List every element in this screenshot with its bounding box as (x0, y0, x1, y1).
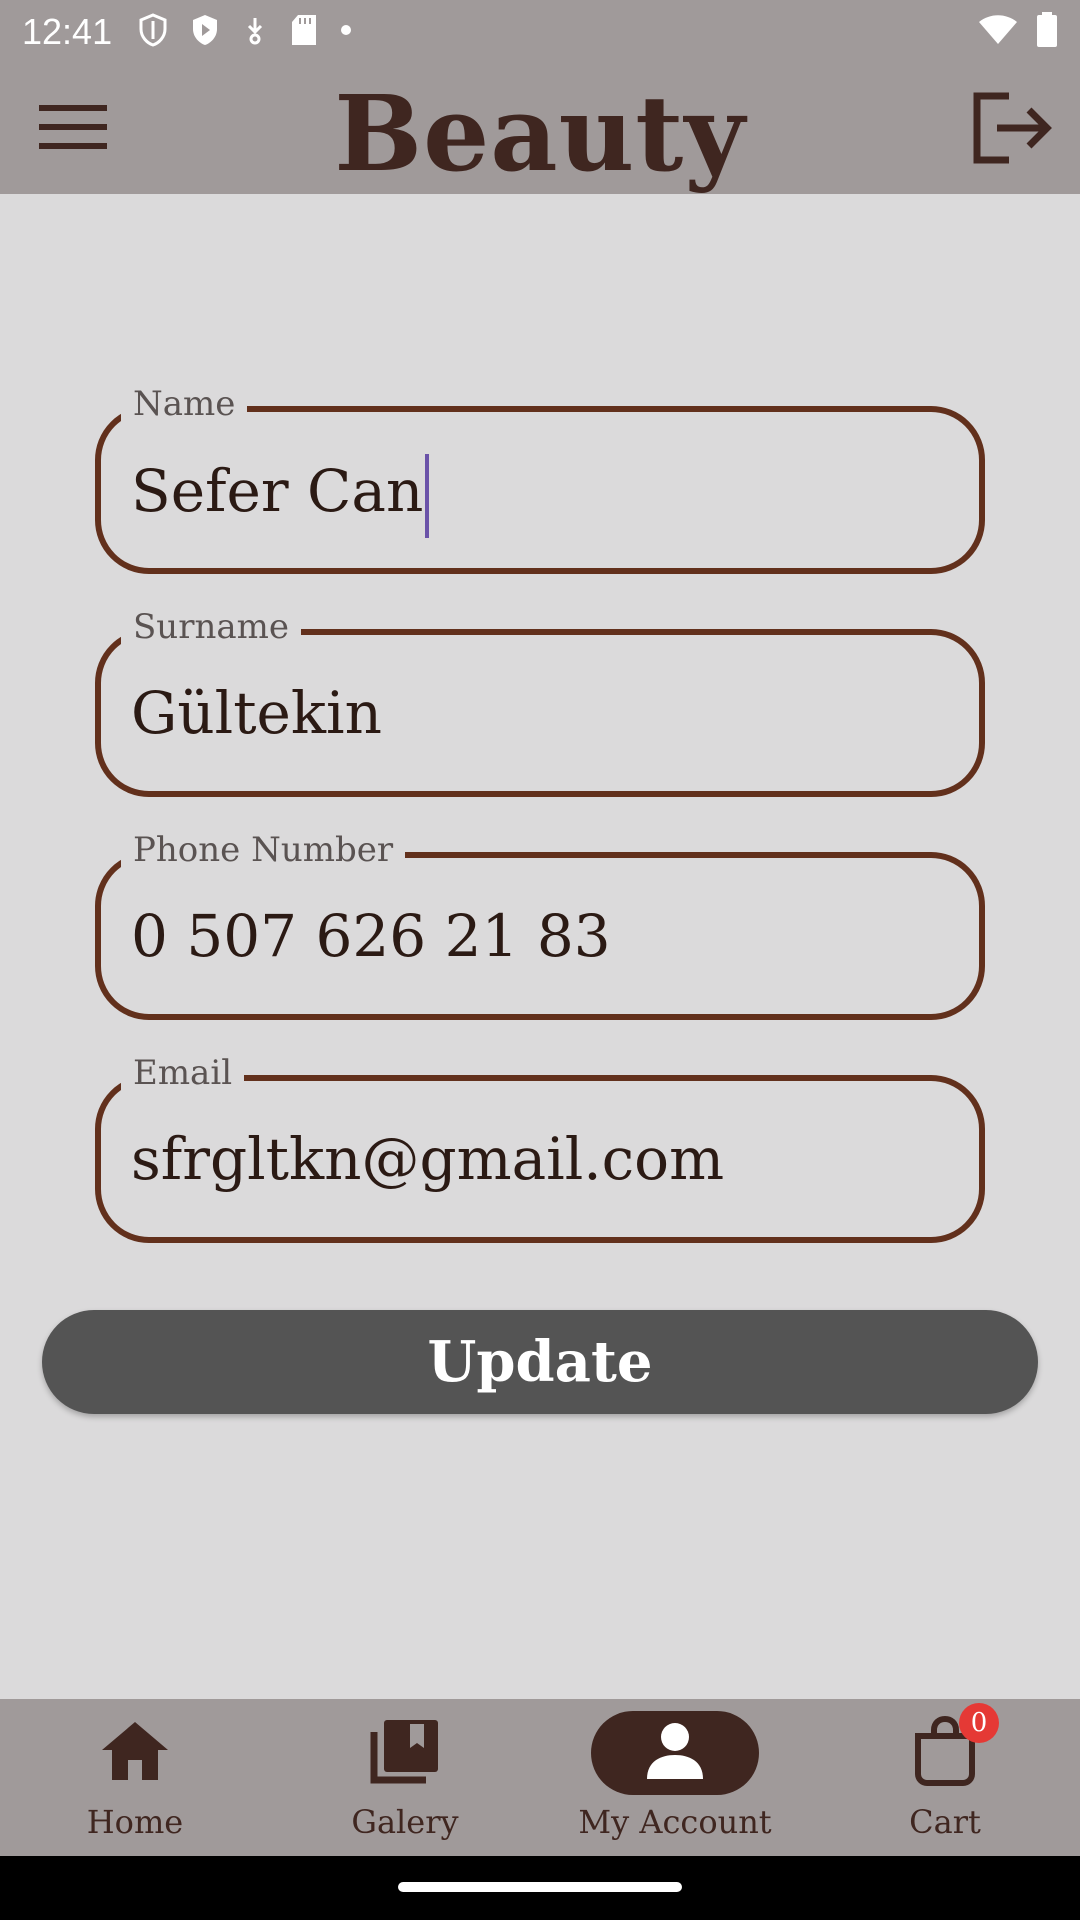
logout-icon (973, 92, 1053, 168)
home-indicator[interactable] (398, 1882, 682, 1892)
nav-item-cart[interactable]: 0 Cart (810, 1699, 1080, 1856)
name-input[interactable]: Sefer Can (131, 454, 949, 538)
app-bar: Beauty (0, 64, 1080, 195)
battery-icon (1036, 11, 1058, 53)
status-time: 12:41 (22, 11, 113, 52)
nav-cart-icon-wrap (861, 1711, 1029, 1795)
nav-item-home[interactable]: Home (0, 1699, 270, 1856)
wifi-icon (978, 14, 1018, 51)
gallery-icon (370, 1718, 440, 1788)
status-right-icons (978, 11, 1058, 53)
nav-label-home: Home (86, 1803, 184, 1841)
status-icons (138, 12, 352, 52)
surname-field[interactable]: Surname Gültekin (95, 605, 985, 797)
text-caret (425, 454, 430, 538)
app-title: Beauty (334, 72, 746, 195)
status-bar: 12:41 (0, 0, 1080, 64)
phone-field[interactable]: Phone Number 0 507 626 21 83 (95, 828, 985, 1020)
phone-input[interactable]: 0 507 626 21 83 (131, 900, 949, 972)
home-icon (100, 1720, 170, 1786)
nav-galery-icon-wrap (321, 1711, 489, 1795)
sd-card-icon (290, 13, 318, 52)
phone-label: Phone Number (121, 828, 406, 872)
nav-home-icon-wrap (51, 1711, 219, 1795)
cart-badge: 0 (959, 1703, 999, 1743)
nav-label-galery: Galery (351, 1803, 459, 1841)
email-input[interactable]: sfrgltkn@gmail.com (131, 1123, 949, 1195)
nav-item-my-account[interactable]: My Account (540, 1699, 810, 1856)
email-label: Email (121, 1051, 245, 1095)
bottom-nav: Home Galery My Account 0 Cart (0, 1699, 1080, 1856)
download-icon (242, 15, 268, 50)
surname-input[interactable]: Gültekin (131, 677, 949, 749)
update-button[interactable]: Update (42, 1310, 1038, 1414)
name-label: Name (121, 382, 248, 426)
name-value: Sefer Can (131, 457, 424, 526)
system-nav-bar (0, 1856, 1080, 1920)
shield-play-icon (190, 13, 220, 52)
email-field[interactable]: Email sfrgltkn@gmail.com (95, 1051, 985, 1243)
person-icon (645, 1721, 705, 1785)
nav-label-cart: Cart (909, 1803, 981, 1841)
nav-label-my-account: My Account (578, 1803, 772, 1841)
nav-item-galery[interactable]: Galery (270, 1699, 540, 1856)
surname-label: Surname (121, 605, 301, 649)
dot-icon (340, 23, 352, 41)
shield-outline-icon (138, 12, 168, 52)
nav-my-account-icon-wrap (591, 1711, 759, 1795)
logout-button[interactable] (968, 90, 1058, 170)
name-field[interactable]: Name Sefer Can (95, 382, 985, 574)
